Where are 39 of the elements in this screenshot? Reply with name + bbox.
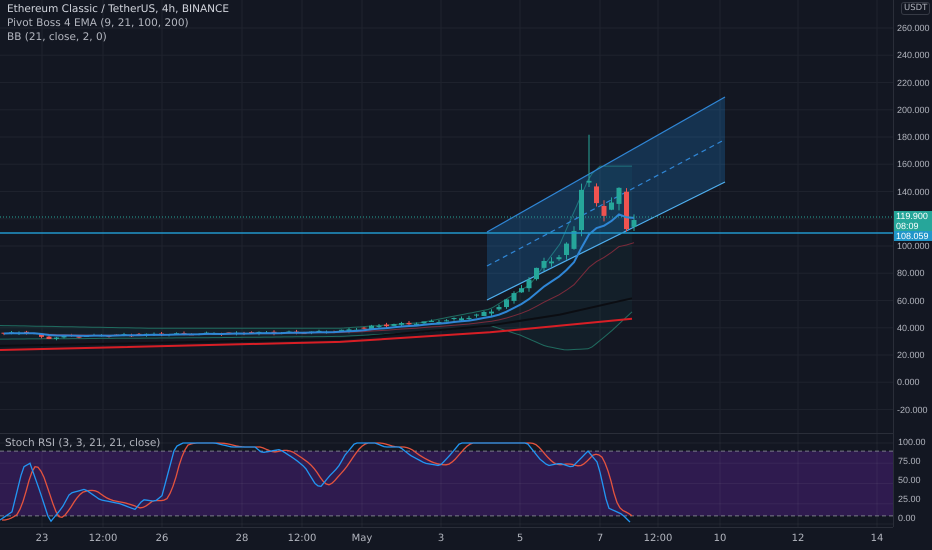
price-tick: 180.000 bbox=[897, 132, 930, 142]
last-price-label: 119.900 08:09 bbox=[894, 211, 932, 231]
time-tick: 12:00 bbox=[288, 533, 316, 544]
time-tick: 26 bbox=[156, 533, 168, 544]
time-tick: 12 bbox=[792, 533, 804, 544]
oscillator-tick: 0.00 bbox=[898, 512, 916, 523]
price-tick: 80.000 bbox=[897, 268, 925, 278]
time-tick: 28 bbox=[236, 533, 248, 544]
oscillator-tick: 50.00 bbox=[898, 474, 921, 485]
price-tick: -20.000 bbox=[897, 404, 928, 415]
price-tick: 0.000 bbox=[897, 377, 920, 388]
price-tick: 160.000 bbox=[897, 159, 930, 170]
time-tick: 3 bbox=[438, 533, 444, 544]
symbol-title: Ethereum Classic / TetherUS, 4h, BINANCE bbox=[7, 3, 229, 16]
price-tick: 200.000 bbox=[897, 104, 930, 115]
indicator-label: BB (21, close, 2, 0) bbox=[7, 31, 107, 44]
indicator-label: Pivot Boss 4 EMA (9, 21, 100, 200) bbox=[7, 17, 189, 30]
price-tick: 140.000 bbox=[897, 186, 930, 197]
oscillator-tick: 25.00 bbox=[898, 494, 921, 504]
price-tick: 220.000 bbox=[897, 78, 930, 88]
time-tick: May bbox=[352, 533, 372, 544]
indicator-label: Stoch RSI (3, 3, 21, 21, close) bbox=[5, 437, 160, 450]
price-tick: 40.000 bbox=[897, 322, 925, 333]
time-tick: 12:00 bbox=[88, 533, 118, 544]
time-tick: 5 bbox=[516, 533, 524, 544]
price-tick: 100.000 bbox=[897, 241, 930, 252]
price-tick: 20.000 bbox=[897, 350, 925, 360]
time-tick: 12:00 bbox=[644, 533, 672, 544]
currency-label: USDT bbox=[901, 2, 930, 15]
time-tick: 7 bbox=[596, 533, 604, 544]
time-tick: 14 bbox=[870, 533, 884, 544]
oscillator-tick: 75.00 bbox=[898, 456, 921, 466]
time-tick: 10 bbox=[714, 533, 726, 544]
price-tick: 240.000 bbox=[897, 50, 930, 60]
price-tick: 260.000 bbox=[897, 23, 930, 34]
price-tick: 60.000 bbox=[897, 296, 925, 306]
time-tick: 23 bbox=[36, 533, 48, 544]
line-price-label: 108.059 bbox=[894, 231, 932, 241]
oscillator-tick: 100.00 bbox=[898, 437, 926, 448]
